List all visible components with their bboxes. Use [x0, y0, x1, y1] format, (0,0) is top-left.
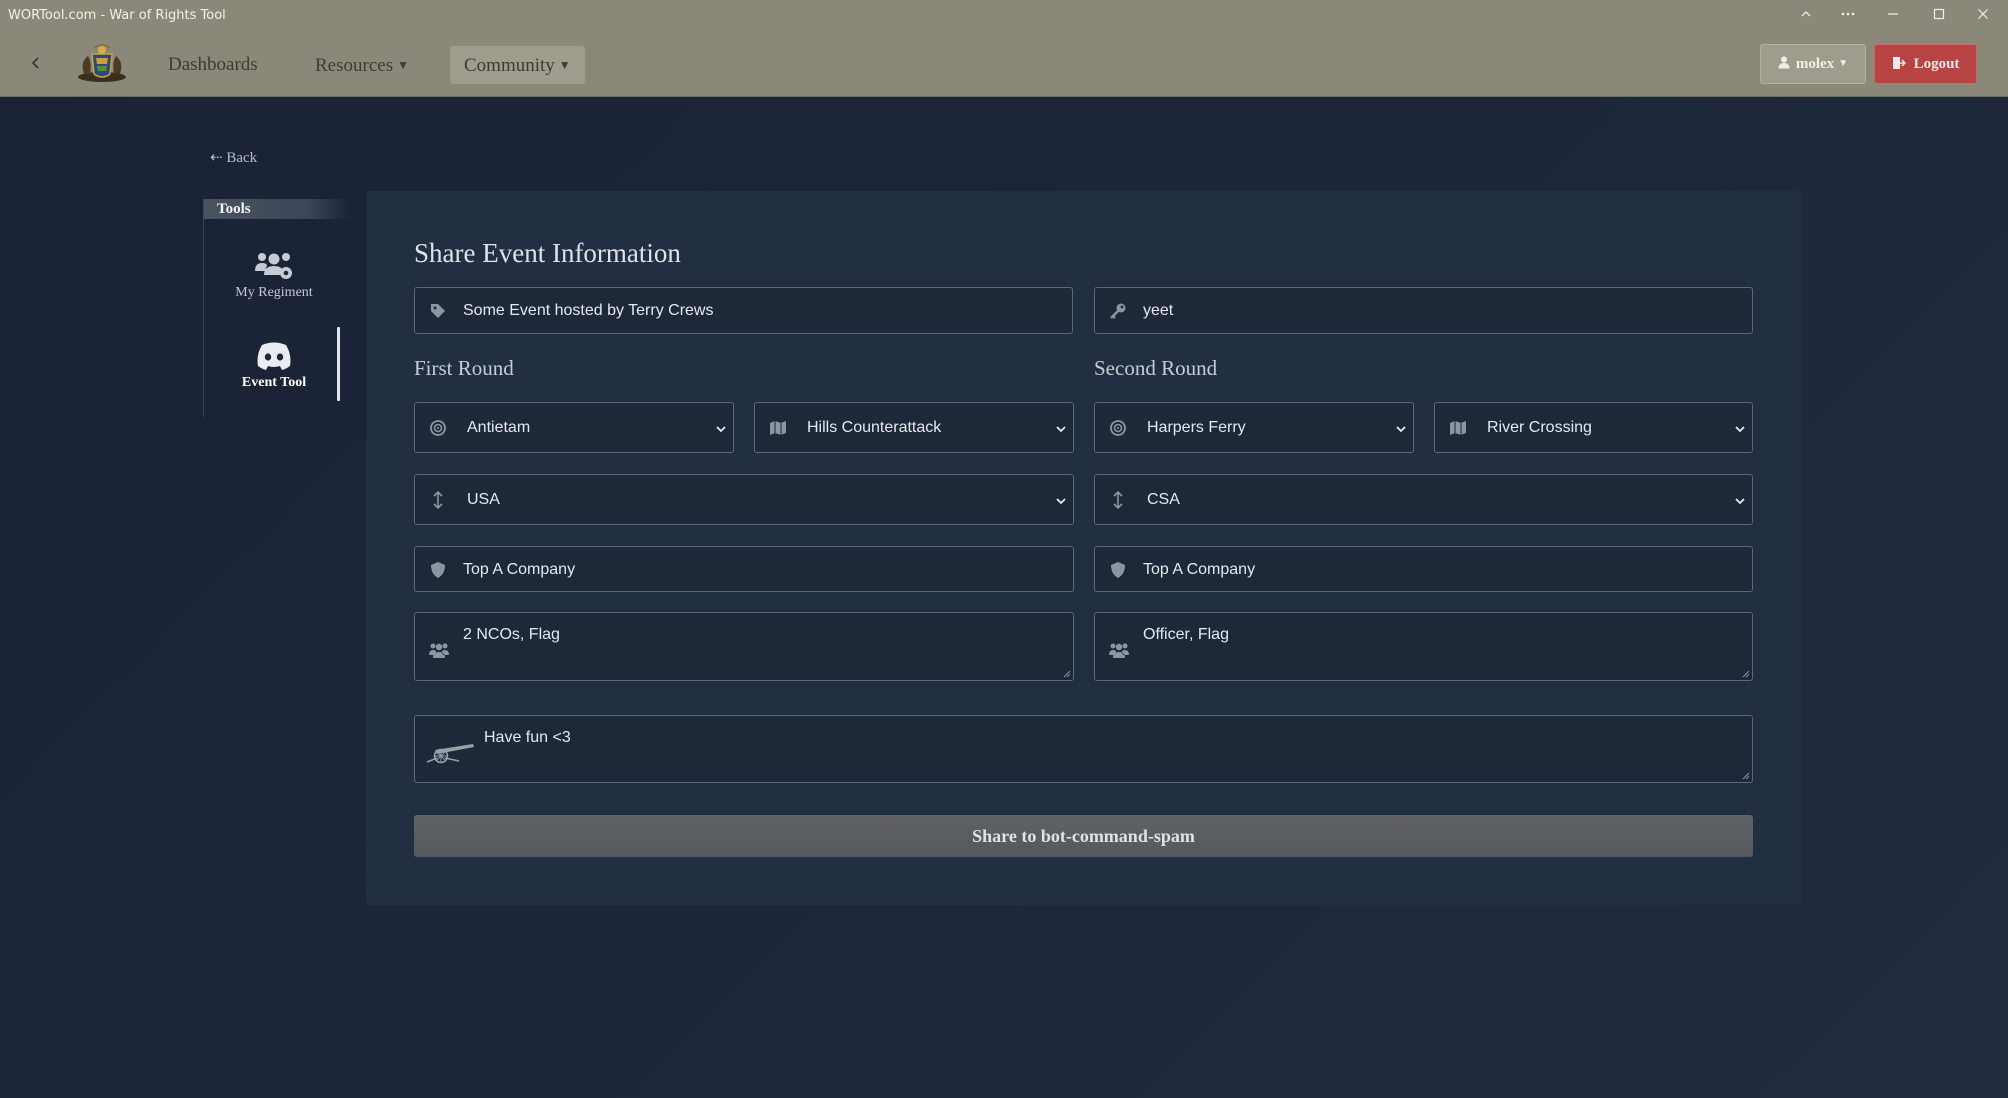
map-icon	[1450, 421, 1466, 435]
second-round-map-value: Harpers Ferry	[1147, 419, 1246, 436]
second-round-company-field[interactable]: Top A Company	[1094, 546, 1753, 592]
bullseye-icon	[430, 420, 446, 436]
close-icon[interactable]	[1965, 4, 2001, 26]
resize-grip-icon[interactable]	[1742, 670, 1750, 678]
active-indicator	[337, 327, 340, 401]
nav-resources[interactable]: Resources ▼	[301, 46, 423, 84]
second-round-roles-value: Officer, Flag	[1143, 626, 1229, 643]
logout-label: Logout	[1913, 56, 1960, 72]
navbar: Dashboards Resources ▼ Community ▼ molex ▼ …	[0, 30, 2008, 97]
chevron-down-icon	[1056, 426, 1066, 433]
page-title: Share Event Information	[414, 238, 681, 268]
chevron-down-icon	[716, 426, 726, 433]
first-round-company-field[interactable]: Top A Company	[414, 546, 1074, 592]
sidebar-item-event-tool[interactable]: Event Tool	[204, 341, 344, 391]
back-link[interactable]: ⇠ Back	[210, 148, 257, 167]
first-round-mode-value: Hills Counterattack	[807, 419, 942, 436]
minimize-icon[interactable]	[1875, 4, 1911, 26]
second-round-title: Second Round	[1094, 356, 1218, 380]
first-round-map-value: Antietam	[467, 419, 531, 436]
user-menu-button[interactable]: molex ▼	[1760, 44, 1866, 84]
caret-down-icon: ▼	[1838, 58, 1849, 69]
password-field[interactable]: yeet	[1094, 287, 1753, 334]
chevron-down-icon	[1735, 498, 1745, 505]
logout-icon	[1892, 57, 1906, 69]
share-button[interactable]: Share to bot-command-spam	[414, 815, 1753, 857]
discord-icon	[257, 342, 291, 370]
caret-down-icon: ▼	[558, 58, 571, 72]
resize-grip-icon[interactable]	[1063, 670, 1071, 678]
event-name-field[interactable]: Some Event hosted by Terry Crews	[414, 287, 1073, 334]
first-round-faction-value: USA	[467, 491, 500, 508]
bullseye-icon	[1110, 420, 1126, 436]
second-round-map-select[interactable]: Harpers Ferry	[1094, 402, 1414, 453]
chevron-up-icon[interactable]	[1788, 4, 1824, 26]
first-round-roles-textarea[interactable]: 2 NCOs, Flag	[414, 612, 1074, 681]
sidebar-heading: Tools	[204, 199, 351, 219]
users-icon	[429, 643, 449, 658]
tag-icon	[431, 304, 445, 318]
chevron-down-icon	[1396, 426, 1406, 433]
arrow-left-icon: ⇠	[210, 150, 223, 166]
second-round-mode-value: River Crossing	[1487, 419, 1592, 436]
second-round-faction-value: CSA	[1147, 491, 1180, 508]
event-name-value: Some Event hosted by Terry Crews	[463, 302, 714, 319]
nav-dashboards[interactable]: Dashboards	[154, 46, 272, 84]
site-logo[interactable]	[74, 44, 130, 84]
back-label: Back	[226, 150, 258, 166]
arrows-vertical-icon	[1113, 491, 1123, 509]
first-round-map-select[interactable]: Antietam	[414, 402, 734, 453]
password-value: yeet	[1143, 302, 1174, 319]
first-round-faction-select[interactable]: USA	[414, 474, 1074, 525]
tools-sidebar: Tools My Regiment Event Tool	[203, 199, 351, 417]
window-titlebar: WORTool.com - War of Rights Tool	[0, 0, 2008, 30]
second-round-company-value: Top A Company	[1143, 561, 1256, 578]
first-round-roles-value: 2 NCOs, Flag	[463, 626, 560, 643]
cannon-icon	[426, 744, 474, 764]
map-icon	[770, 421, 786, 435]
nav-community[interactable]: Community ▼	[450, 46, 585, 84]
more-icon[interactable]	[1830, 4, 1866, 26]
first-round-mode-select[interactable]: Hills Counterattack	[754, 402, 1074, 453]
message-textarea[interactable]: Have fun <3	[414, 715, 1753, 783]
second-round-roles-textarea[interactable]: Officer, Flag	[1094, 612, 1753, 681]
first-round-title: First Round	[414, 356, 514, 380]
sidebar-item-label: Event Tool	[241, 375, 307, 390]
sidebar-item-my-regiment[interactable]: My Regiment	[204, 249, 344, 301]
nav-resources-label: Resources	[315, 55, 394, 76]
key-icon	[1110, 303, 1126, 319]
resize-grip-icon[interactable]	[1742, 772, 1750, 780]
shield-icon	[1111, 562, 1125, 578]
users-icon	[1109, 643, 1129, 658]
arrows-vertical-icon	[433, 491, 443, 509]
chevron-down-icon	[1056, 498, 1066, 505]
logout-button[interactable]: Logout	[1874, 44, 1977, 84]
maximize-icon[interactable]	[1921, 4, 1957, 26]
chevron-down-icon	[1735, 426, 1745, 433]
first-round-company-value: Top A Company	[463, 561, 576, 578]
nav-community-label: Community	[464, 55, 555, 76]
users-cog-icon	[255, 253, 292, 279]
second-round-mode-select[interactable]: River Crossing	[1434, 402, 1753, 453]
second-round-faction-select[interactable]: CSA	[1094, 474, 1753, 525]
message-value: Have fun <3	[484, 729, 571, 746]
sidebar-item-label: My Regiment	[235, 285, 313, 300]
window-title: WORTool.com - War of Rights Tool	[8, 8, 226, 23]
user-icon	[1778, 56, 1790, 69]
chevron-left-icon[interactable]	[24, 52, 48, 76]
user-name: molex	[1795, 56, 1835, 72]
caret-down-icon: ▼	[397, 58, 409, 72]
shield-icon	[431, 562, 445, 578]
